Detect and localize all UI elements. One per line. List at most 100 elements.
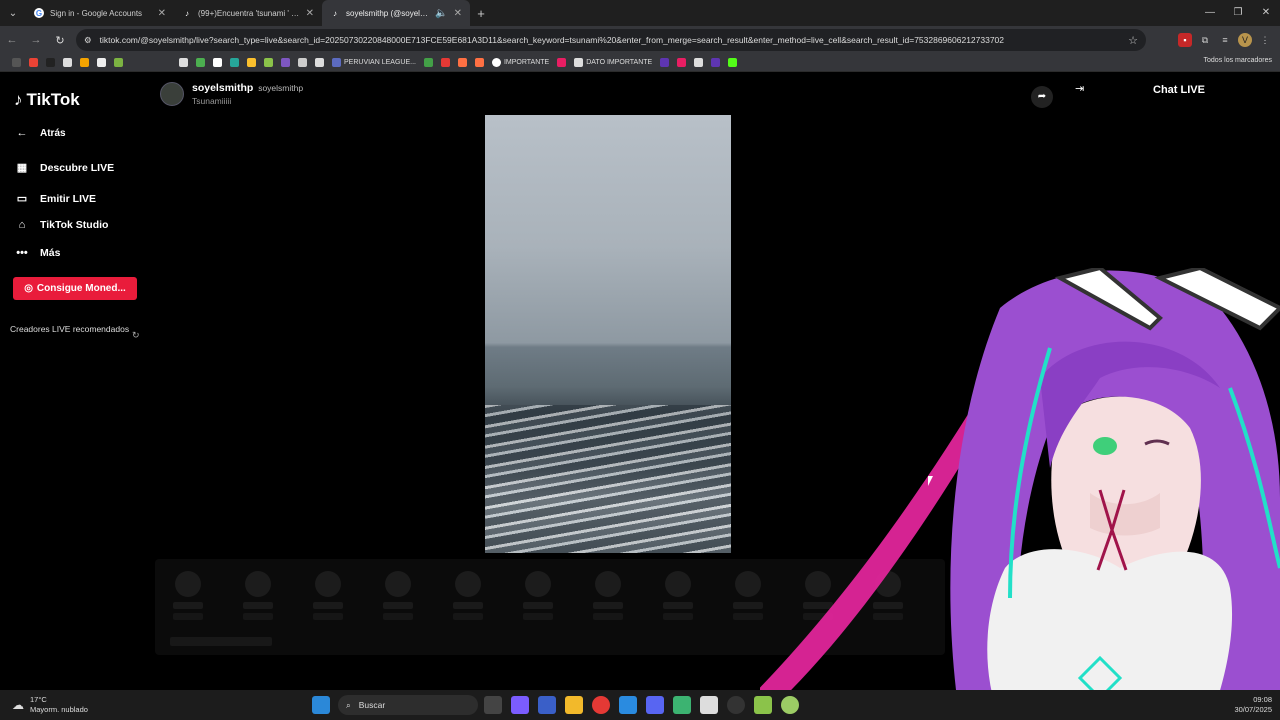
url-text: tiktok.com/@soyelsmithp/live?search_type… bbox=[99, 35, 1005, 45]
tiktok-favicon-icon: ♪ bbox=[333, 8, 337, 18]
emoji-icon[interactable]: ☺ bbox=[1228, 662, 1239, 674]
app-icon[interactable] bbox=[700, 696, 718, 714]
back-arrow-icon[interactable]: ← bbox=[0, 34, 24, 46]
bookmark-icon[interactable] bbox=[423, 58, 433, 67]
all-bookmarks[interactable]: Todos los marcadores bbox=[1204, 57, 1272, 64]
close-window-icon[interactable]: ✕ bbox=[1252, 0, 1280, 26]
bookmark-icon[interactable] bbox=[694, 58, 704, 67]
app-icon[interactable] bbox=[754, 696, 772, 714]
bookmark-icon[interactable] bbox=[230, 58, 239, 67]
back-link[interactable]: ← Atrás bbox=[14, 127, 66, 139]
site-info-icon[interactable]: ⚙ bbox=[84, 35, 92, 46]
windows-start-icon[interactable] bbox=[312, 696, 330, 714]
bookmark-icon[interactable] bbox=[281, 58, 290, 67]
system-clock[interactable]: 09:08 30/07/2025 bbox=[1234, 695, 1272, 715]
forward-arrow-icon[interactable]: → bbox=[24, 34, 48, 46]
apps-grid-icon[interactable] bbox=[12, 58, 21, 67]
chrome-icon[interactable] bbox=[592, 696, 610, 714]
bookmark-icon[interactable] bbox=[80, 58, 89, 67]
task-view-icon[interactable] bbox=[484, 696, 502, 714]
taskbar-search[interactable]: ⌕ Buscar bbox=[338, 695, 478, 715]
bookmark-peruvian-league[interactable]: PERUVIAN LEAGUE... bbox=[332, 58, 416, 67]
sidebar-item-tiktok-studio[interactable]: ⌂ TikTok Studio bbox=[14, 219, 109, 231]
gift-placeholder bbox=[663, 571, 693, 620]
bookmark-icon[interactable] bbox=[315, 58, 324, 67]
close-tab-icon[interactable]: ✕ bbox=[158, 8, 166, 19]
bookmark-icon[interactable] bbox=[711, 58, 721, 67]
chat-title: Chat LIVE bbox=[1153, 84, 1205, 96]
bookmark-icon[interactable] bbox=[298, 58, 307, 67]
copilot-icon[interactable] bbox=[511, 696, 529, 714]
tab-tiktok-search[interactable]: ♪ (99+)Encuentra 'tsunami ' en TikTok ✕ bbox=[174, 0, 322, 26]
bookmark-icon[interactable] bbox=[557, 58, 567, 67]
minimize-icon[interactable]: — bbox=[1196, 0, 1224, 26]
bookmark-icon[interactable] bbox=[474, 58, 484, 67]
file-explorer-icon[interactable] bbox=[565, 696, 583, 714]
bookmark-icon[interactable] bbox=[677, 58, 687, 67]
bookmark-icon[interactable] bbox=[196, 58, 205, 67]
bookmark-icon[interactable] bbox=[179, 58, 188, 67]
extensions-icon[interactable]: ⧉ bbox=[1198, 33, 1212, 47]
bookmark-star-icon[interactable]: ☆ bbox=[1128, 34, 1138, 47]
reload-icon[interactable]: ↻ bbox=[48, 34, 72, 47]
discord-icon[interactable] bbox=[646, 696, 664, 714]
bookmark-icon[interactable] bbox=[97, 58, 106, 67]
new-tab-button[interactable]: + bbox=[470, 6, 492, 21]
bookmark-icon[interactable] bbox=[114, 58, 123, 67]
close-tab-icon[interactable]: ✕ bbox=[306, 8, 314, 19]
get-coins-button[interactable]: ◎ Consigue Moned... bbox=[13, 277, 137, 300]
bookmark-dato-importante[interactable]: DATO IMPORTANTE bbox=[574, 58, 652, 67]
host-avatar[interactable] bbox=[160, 82, 184, 106]
tab-tiktok-live[interactable]: ♪ soyelsmithp (@soyelsmithp) 🔈 ✕ bbox=[322, 0, 470, 26]
sidebar-item-emitir-live[interactable]: ▭ Emitir LIVE bbox=[14, 192, 96, 206]
weather-widget[interactable]: ☁ 17°C Mayorm. nublado bbox=[12, 695, 88, 715]
collapse-chat-icon[interactable]: ⇥ bbox=[1075, 82, 1084, 95]
speaker-icon[interactable]: 🔈 bbox=[435, 8, 447, 19]
sidebar-item-label: Descubre LIVE bbox=[40, 161, 115, 174]
tab-google-sign-in[interactable]: G Sign in - Google Accounts ✕ bbox=[26, 0, 174, 26]
app-icon[interactable] bbox=[673, 696, 691, 714]
sidebar-item-mas[interactable]: ••• Más bbox=[14, 247, 60, 259]
recommended-creators-heading: Creadores LIVE recomendados bbox=[10, 324, 130, 334]
bookmark-label: IMPORTANTE bbox=[503, 59, 550, 66]
menu-dots-icon[interactable]: ⋮ bbox=[1258, 33, 1272, 47]
close-tab-icon[interactable]: ✕ bbox=[454, 8, 462, 19]
tab-search-icon[interactable]: ⌄ bbox=[0, 0, 26, 26]
restore-icon[interactable]: ❐ bbox=[1224, 0, 1252, 26]
bookmark-icon[interactable] bbox=[63, 58, 72, 67]
refresh-icon[interactable]: ↻ bbox=[132, 330, 140, 341]
vscode-icon[interactable] bbox=[619, 696, 637, 714]
store-icon[interactable] bbox=[538, 696, 556, 714]
tab-media-icon[interactable]: ≡ bbox=[1218, 33, 1232, 47]
profile-avatar-icon[interactable]: V bbox=[1238, 33, 1252, 47]
bookmark-label: DATO IMPORTANTE bbox=[586, 59, 653, 66]
tab-title: (99+)Encuentra 'tsunami ' en TikTok bbox=[198, 8, 300, 18]
tiktok-icon[interactable] bbox=[46, 58, 55, 67]
tiktok-logo[interactable]: ♪ TikTok bbox=[14, 90, 80, 110]
gmail-icon[interactable] bbox=[29, 58, 38, 67]
host-name[interactable]: soyelsmithp bbox=[192, 82, 253, 94]
heart-icon[interactable]: ♥ bbox=[1233, 606, 1263, 636]
gift-placeholder bbox=[313, 571, 343, 620]
kick-icon[interactable] bbox=[728, 58, 738, 67]
live-video[interactable] bbox=[485, 115, 731, 553]
bookmark-icon[interactable] bbox=[264, 58, 273, 67]
sidebar-item-descubre-live[interactable]: ▦ Descubre LIVE bbox=[14, 161, 115, 175]
gift-placeholder bbox=[243, 571, 273, 620]
app-icon[interactable] bbox=[781, 696, 799, 714]
extension-badge-icon[interactable]: ▪ bbox=[1178, 33, 1192, 47]
bookmark-icon[interactable] bbox=[660, 58, 670, 67]
temperature: 17°C bbox=[30, 695, 47, 704]
obs-icon[interactable] bbox=[727, 696, 745, 714]
bookmark-importante[interactable]: IMPORTANTE bbox=[491, 58, 550, 67]
bookmark-icon[interactable] bbox=[213, 58, 222, 67]
stream-title: Tsunamiiiii bbox=[192, 96, 232, 106]
gift-placeholder bbox=[523, 571, 553, 620]
weather-condition: Mayorm. nublado bbox=[30, 705, 88, 714]
url-field[interactable]: ⚙ tiktok.com/@soyelsmithp/live?search_ty… bbox=[76, 29, 1146, 51]
bookmark-icon[interactable] bbox=[457, 58, 467, 67]
share-icon[interactable]: ➦ bbox=[1031, 86, 1053, 108]
bookmark-icon[interactable] bbox=[247, 58, 256, 67]
bookmark-icon[interactable] bbox=[440, 58, 450, 67]
gift-placeholder bbox=[873, 571, 903, 620]
